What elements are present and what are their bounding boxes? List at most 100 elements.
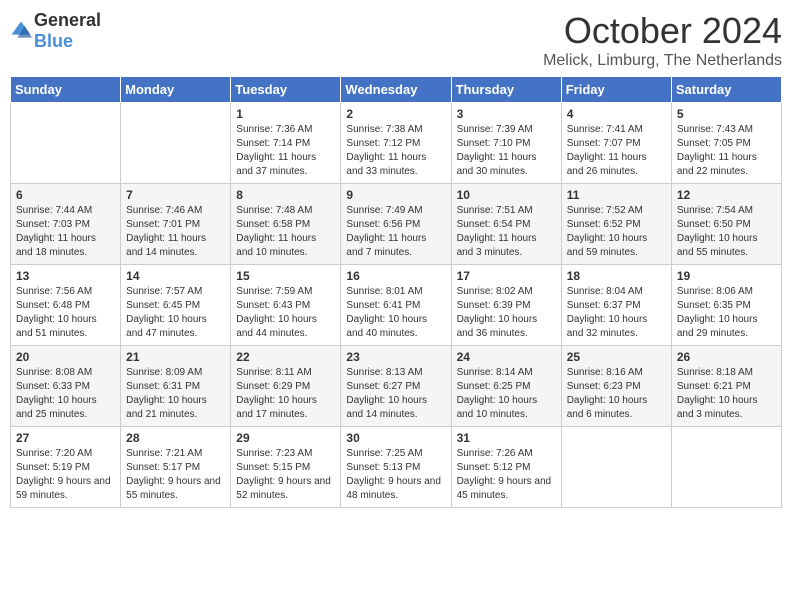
- day-number: 16: [346, 269, 445, 283]
- day-info: Sunrise: 7:41 AMSunset: 7:07 PMDaylight:…: [567, 124, 647, 177]
- calendar-cell: 15 Sunrise: 7:59 AMSunset: 6:43 PMDayligh…: [231, 265, 341, 346]
- day-info: Sunrise: 8:11 AMSunset: 6:29 PMDaylight:…: [236, 367, 317, 420]
- day-info: Sunrise: 8:14 AMSunset: 6:25 PMDaylight:…: [457, 367, 538, 420]
- day-number: 7: [126, 188, 225, 202]
- day-info: Sunrise: 7:36 AMSunset: 7:14 PMDaylight:…: [236, 124, 316, 177]
- calendar-cell: 6 Sunrise: 7:44 AMSunset: 7:03 PMDaylight…: [11, 184, 121, 265]
- weekday-header-thursday: Thursday: [451, 77, 561, 103]
- day-number: 17: [457, 269, 556, 283]
- day-number: 2: [346, 107, 445, 121]
- day-info: Sunrise: 8:16 AMSunset: 6:23 PMDaylight:…: [567, 367, 648, 420]
- day-info: Sunrise: 7:59 AMSunset: 6:43 PMDaylight:…: [236, 286, 317, 339]
- day-number: 31: [457, 431, 556, 445]
- day-info: Sunrise: 7:49 AMSunset: 6:56 PMDaylight:…: [346, 205, 426, 258]
- day-info: Sunrise: 7:20 AMSunset: 5:19 PMDaylight:…: [16, 448, 111, 501]
- day-info: Sunrise: 7:39 AMSunset: 7:10 PMDaylight:…: [457, 124, 537, 177]
- day-number: 28: [126, 431, 225, 445]
- day-info: Sunrise: 8:18 AMSunset: 6:21 PMDaylight:…: [677, 367, 758, 420]
- calendar-cell: [121, 103, 231, 184]
- calendar-cell: 2 Sunrise: 7:38 AMSunset: 7:12 PMDaylight…: [341, 103, 451, 184]
- calendar-cell: 26 Sunrise: 8:18 AMSunset: 6:21 PMDayligh…: [671, 346, 781, 427]
- logo: General Blue: [10, 10, 101, 52]
- day-number: 21: [126, 350, 225, 364]
- calendar-cell: 29Sunrise: 7:23 AMSunset: 5:15 PMDayligh…: [231, 427, 341, 508]
- calendar-cell: 3 Sunrise: 7:39 AMSunset: 7:10 PMDaylight…: [451, 103, 561, 184]
- day-number: 22: [236, 350, 335, 364]
- day-number: 20: [16, 350, 115, 364]
- calendar-cell: 18 Sunrise: 8:04 AMSunset: 6:37 PMDayligh…: [561, 265, 671, 346]
- weekday-header-friday: Friday: [561, 77, 671, 103]
- day-number: 3: [457, 107, 556, 121]
- weekday-header-sunday: Sunday: [11, 77, 121, 103]
- calendar-cell: 9 Sunrise: 7:49 AMSunset: 6:56 PMDaylight…: [341, 184, 451, 265]
- day-number: 9: [346, 188, 445, 202]
- day-info: Sunrise: 8:09 AMSunset: 6:31 PMDaylight:…: [126, 367, 207, 420]
- calendar-cell: [561, 427, 671, 508]
- calendar-cell: 17 Sunrise: 8:02 AMSunset: 6:39 PMDayligh…: [451, 265, 561, 346]
- day-info: Sunrise: 8:02 AMSunset: 6:39 PMDaylight:…: [457, 286, 538, 339]
- day-number: 12: [677, 188, 776, 202]
- day-number: 18: [567, 269, 666, 283]
- day-number: 11: [567, 188, 666, 202]
- calendar-cell: 31 Sunrise: 7:26 AMSunset: 5:12 PMDayligh…: [451, 427, 561, 508]
- calendar-cell: 24 Sunrise: 8:14 AMSunset: 6:25 PMDayligh…: [451, 346, 561, 427]
- calendar-cell: 1Sunrise: 7:36 AMSunset: 7:14 PMDaylight…: [231, 103, 341, 184]
- day-info: Sunrise: 7:56 AMSunset: 6:48 PMDaylight:…: [16, 286, 97, 339]
- calendar-cell: 20 Sunrise: 8:08 AMSunset: 6:33 PMDayligh…: [11, 346, 121, 427]
- day-number: 15: [236, 269, 335, 283]
- weekday-header-monday: Monday: [121, 77, 231, 103]
- day-info: Sunrise: 8:06 AMSunset: 6:35 PMDaylight:…: [677, 286, 758, 339]
- day-info: Sunrise: 7:52 AMSunset: 6:52 PMDaylight:…: [567, 205, 648, 258]
- weekday-header-saturday: Saturday: [671, 77, 781, 103]
- calendar-cell: [11, 103, 121, 184]
- day-number: 4: [567, 107, 666, 121]
- calendar-cell: 8 Sunrise: 7:48 AMSunset: 6:58 PMDaylight…: [231, 184, 341, 265]
- day-number: 24: [457, 350, 556, 364]
- calendar-cell: 13Sunrise: 7:56 AMSunset: 6:48 PMDayligh…: [11, 265, 121, 346]
- day-info: Sunrise: 7:38 AMSunset: 7:12 PMDaylight:…: [346, 124, 426, 177]
- weekday-header-wednesday: Wednesday: [341, 77, 451, 103]
- day-number: 8: [236, 188, 335, 202]
- logo-icon: [10, 20, 32, 42]
- day-number: 5: [677, 107, 776, 121]
- day-info: Sunrise: 7:43 AMSunset: 7:05 PMDaylight:…: [677, 124, 757, 177]
- calendar-cell: 30Sunrise: 7:25 AMSunset: 5:13 PMDayligh…: [341, 427, 451, 508]
- day-info: Sunrise: 7:26 AMSunset: 5:12 PMDaylight:…: [457, 448, 552, 501]
- calendar-cell: 27 Sunrise: 7:20 AMSunset: 5:19 PMDayligh…: [11, 427, 121, 508]
- calendar-cell: 7 Sunrise: 7:46 AMSunset: 7:01 PMDaylight…: [121, 184, 231, 265]
- day-info: Sunrise: 7:54 AMSunset: 6:50 PMDaylight:…: [677, 205, 758, 258]
- day-number: 27: [16, 431, 115, 445]
- calendar-cell: 16 Sunrise: 8:01 AMSunset: 6:41 PMDayligh…: [341, 265, 451, 346]
- day-info: Sunrise: 7:21 AMSunset: 5:17 PMDaylight:…: [126, 448, 221, 501]
- calendar-cell: 14 Sunrise: 7:57 AMSunset: 6:45 PMDayligh…: [121, 265, 231, 346]
- day-number: 29: [236, 431, 335, 445]
- day-number: 6: [16, 188, 115, 202]
- month-title: October 2024: [543, 10, 782, 52]
- day-number: 10: [457, 188, 556, 202]
- calendar-cell: 10Sunrise: 7:51 AMSunset: 6:54 PMDayligh…: [451, 184, 561, 265]
- day-number: 25: [567, 350, 666, 364]
- day-info: Sunrise: 7:25 AMSunset: 5:13 PMDaylight:…: [346, 448, 441, 501]
- calendar-cell: 19 Sunrise: 8:06 AMSunset: 6:35 PMDayligh…: [671, 265, 781, 346]
- day-info: Sunrise: 8:13 AMSunset: 6:27 PMDaylight:…: [346, 367, 427, 420]
- day-info: Sunrise: 8:04 AMSunset: 6:37 PMDaylight:…: [567, 286, 648, 339]
- calendar-cell: 21 Sunrise: 8:09 AMSunset: 6:31 PMDayligh…: [121, 346, 231, 427]
- day-info: Sunrise: 7:44 AMSunset: 7:03 PMDaylight:…: [16, 205, 96, 258]
- day-number: 23: [346, 350, 445, 364]
- calendar-cell: 11 Sunrise: 7:52 AMSunset: 6:52 PMDayligh…: [561, 184, 671, 265]
- day-info: Sunrise: 7:46 AMSunset: 7:01 PMDaylight:…: [126, 205, 206, 258]
- day-info: Sunrise: 8:01 AMSunset: 6:41 PMDaylight:…: [346, 286, 427, 339]
- calendar-cell: 25 Sunrise: 8:16 AMSunset: 6:23 PMDayligh…: [561, 346, 671, 427]
- day-number: 14: [126, 269, 225, 283]
- day-number: 19: [677, 269, 776, 283]
- calendar-cell: 4 Sunrise: 7:41 AMSunset: 7:07 PMDaylight…: [561, 103, 671, 184]
- logo-blue: Blue: [34, 31, 73, 51]
- day-info: Sunrise: 7:57 AMSunset: 6:45 PMDaylight:…: [126, 286, 207, 339]
- calendar-cell: 22 Sunrise: 8:11 AMSunset: 6:29 PMDayligh…: [231, 346, 341, 427]
- calendar-cell: 12 Sunrise: 7:54 AMSunset: 6:50 PMDayligh…: [671, 184, 781, 265]
- day-info: Sunrise: 7:48 AMSunset: 6:58 PMDaylight:…: [236, 205, 316, 258]
- day-info: Sunrise: 8:08 AMSunset: 6:33 PMDaylight:…: [16, 367, 97, 420]
- day-number: 26: [677, 350, 776, 364]
- calendar-cell: 28 Sunrise: 7:21 AMSunset: 5:17 PMDayligh…: [121, 427, 231, 508]
- title-block: October 2024 Melick, Limburg, The Nether…: [543, 10, 782, 70]
